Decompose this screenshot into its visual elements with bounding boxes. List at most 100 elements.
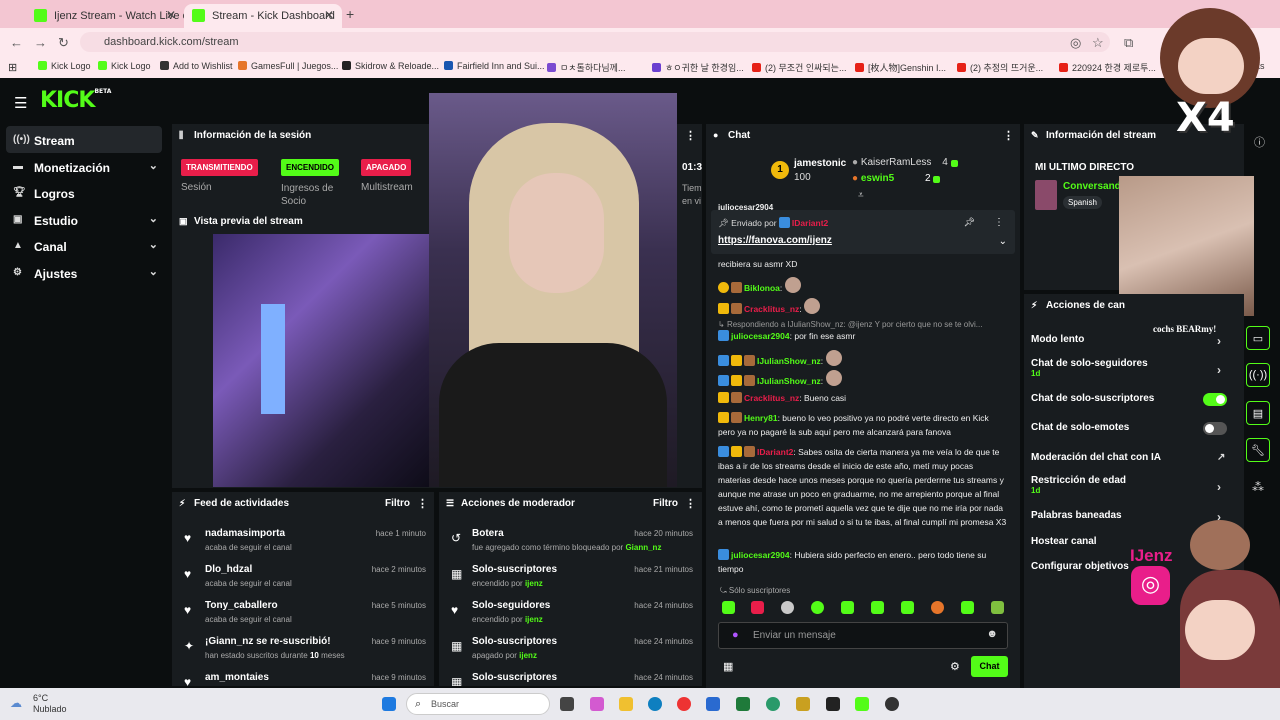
toggle-solo-suscriptores[interactable]	[1203, 393, 1227, 406]
action-solo-seguidores[interactable]: Chat de solo-seguidores 1d ›	[1031, 358, 1231, 378]
chrome-icon[interactable]	[677, 697, 691, 711]
bookmark-item[interactable]: Add to Wishlist	[160, 61, 233, 71]
action-solo-suscriptores[interactable]: Chat de solo-suscriptores	[1031, 393, 1231, 404]
reload-icon[interactable]: ↻	[58, 35, 69, 51]
pinned-link[interactable]: https://fanova.com/ijenz	[718, 235, 832, 246]
gear-icon[interactable]: ⚙	[950, 660, 960, 673]
sidebar-item-canal[interactable]: ▲ Canal ⌄	[0, 232, 168, 259]
task-view-icon[interactable]	[560, 697, 574, 711]
mic-icon[interactable]: ●	[732, 629, 739, 641]
cloud-icon: ☁	[10, 696, 22, 710]
channel-icon: ▲	[13, 240, 23, 251]
new-tab-button[interactable]: +	[346, 6, 354, 22]
more-options-icon[interactable]: ⋮	[685, 129, 696, 142]
eye-off-icon[interactable]: ◎	[1070, 35, 1081, 51]
action-moderacion-ia[interactable]: Moderación del chat con IA ↗	[1031, 452, 1231, 463]
chat-message: IJulianShow_nz:	[718, 350, 1008, 368]
undo-icon: ↺	[451, 531, 462, 545]
taskbar-search[interactable]: ⌕ Buscar	[406, 693, 550, 715]
browser-tab-kick-stream[interactable]: Ijenz Stream - Watch Live on K ✕	[26, 4, 184, 28]
emote-icon[interactable]	[901, 601, 914, 614]
sidebar-item-monetizacion[interactable]: ▬ Monetización ⌄	[0, 153, 168, 180]
sidebar-item-ajustes[interactable]: ⚙ Ajustes ⌄	[0, 259, 168, 286]
category-link[interactable]: Conversando	[1063, 181, 1127, 192]
bookmark-item[interactable]: GamesFull | Juegos...	[238, 61, 338, 71]
bookmark-item[interactable]: Kick Logo	[38, 61, 91, 71]
close-tab-icon[interactable]: ✕	[166, 8, 176, 22]
more-options-icon[interactable]: ⋮	[417, 497, 428, 510]
filter-button[interactable]: Filtro	[385, 498, 410, 509]
info-icon[interactable]: ⓘ	[1254, 134, 1265, 150]
kick-logo[interactable]: KICKBETA	[40, 88, 111, 113]
more-options-icon[interactable]: ⋮	[685, 497, 696, 510]
excel-icon[interactable]	[736, 697, 750, 711]
sidebar-item-stream[interactable]: ((•)) Stream	[6, 126, 162, 153]
bookmark-item[interactable]: Fairfield Inn and Sui...	[444, 61, 545, 71]
broadcast-icon[interactable]: ((·))	[1246, 363, 1270, 387]
app-icon[interactable]	[796, 697, 810, 711]
chat-icon[interactable]: ▭	[1246, 326, 1270, 350]
emote-icon[interactable]	[841, 601, 854, 614]
more-options-icon[interactable]: ⋮	[1003, 129, 1014, 142]
emote-icon[interactable]	[751, 601, 764, 614]
pinned-message[interactable]: 📌︎ Enviado por IDariant2 https://fanova.…	[711, 210, 1015, 254]
close-tab-icon[interactable]: ✕	[324, 8, 334, 22]
layout-icon[interactable]: ▤	[1246, 401, 1270, 425]
chat-input[interactable]: ● Enviar un mensaje ☻	[718, 622, 1008, 649]
expand-icon[interactable]: ⩡	[858, 190, 864, 201]
chevron-down-icon[interactable]: ⌄	[999, 236, 1007, 247]
feed-item: ♥ nadamasimporta acaba de seguir el canal h…	[184, 528, 426, 552]
bookmark-item[interactable]: (2) 무조건 인싸되는...	[752, 61, 846, 74]
wrench-icon[interactable]: 🔧︎	[1246, 438, 1270, 462]
browser-tab-dashboard[interactable]: Stream - Kick Dashboard ✕	[184, 4, 342, 28]
menu-icon[interactable]: ☰	[14, 94, 27, 112]
file-explorer-icon[interactable]	[619, 697, 633, 711]
chat-message: Henry81: bueno lo veo positivo ya no pod…	[718, 412, 989, 437]
bookmark-item[interactable]: (2) 추정의 뜨거운...	[957, 61, 1043, 74]
share-icon[interactable]: ⁂	[1252, 480, 1264, 494]
copilot-icon[interactable]	[590, 697, 604, 711]
sidebar-item-logros[interactable]: 🏆︎ Logros	[0, 179, 168, 206]
url-input[interactable]: dashboard.kick.com/stream	[80, 32, 1110, 52]
action-modo-lento[interactable]: Modo lento ›	[1031, 334, 1231, 348]
edge-icon[interactable]	[648, 697, 662, 711]
bookmark-item[interactable]: ㅎㅇ귀한 날 한경임...	[652, 61, 744, 74]
sidebar-item-estudio[interactable]: ▣ Estudio ⌄	[0, 206, 168, 233]
shop-icon[interactable]: ▦	[723, 660, 733, 673]
pin-icon[interactable]: 📌︎	[964, 217, 975, 228]
apps-grid-icon[interactable]: ⊞	[8, 61, 17, 74]
bookmark-item[interactable]: [枚人物]Genshin I...	[855, 61, 946, 74]
action-restriccion-edad[interactable]: Restricción de edad 1d ›	[1031, 475, 1231, 495]
toggle-solo-emotes[interactable]	[1203, 422, 1227, 435]
obs-icon[interactable]	[885, 697, 899, 711]
app-icon[interactable]	[706, 697, 720, 711]
chat-icon: ●	[713, 130, 719, 140]
instagram-icon: ◎	[1131, 566, 1170, 605]
emote-icon[interactable]	[961, 601, 974, 614]
emote-icon[interactable]	[781, 601, 794, 614]
stream-preview-video[interactable]	[213, 234, 429, 487]
windows-start-icon[interactable]	[382, 697, 396, 711]
emote-icon[interactable]	[722, 601, 735, 614]
filter-button[interactable]: Filtro	[653, 498, 678, 509]
emote-icon[interactable]	[871, 601, 884, 614]
action-solo-emotes[interactable]: Chat de solo-emotes	[1031, 422, 1231, 433]
emote-icon[interactable]	[991, 601, 1004, 614]
app-icon[interactable]	[766, 697, 780, 711]
send-chat-button[interactable]: Chat	[971, 656, 1008, 677]
bookmark-item[interactable]: Skidrow & Reloade...	[342, 61, 439, 71]
emote-icon[interactable]	[931, 601, 944, 614]
epic-games-icon[interactable]	[826, 697, 840, 711]
gift-icon: ▦	[451, 639, 463, 653]
bookmark-item[interactable]: ㅁㅊ톨하다님께...	[547, 61, 625, 74]
kick-app-icon[interactable]	[855, 697, 869, 711]
back-icon[interactable]: ←	[10, 35, 23, 50]
bookmark-star-icon[interactable]: ☆	[1092, 35, 1104, 51]
forward-icon[interactable]: →	[34, 35, 47, 50]
chat-placeholder: Enviar un mensaje	[753, 630, 836, 641]
more-options-icon[interactable]: ⋮	[994, 217, 1004, 228]
bookmark-item[interactable]: Kick Logo	[98, 61, 151, 71]
emoji-icon[interactable]: ☻	[986, 628, 998, 640]
extensions-icon[interactable]: ⧉	[1124, 35, 1133, 51]
emote-icon[interactable]	[811, 601, 824, 614]
